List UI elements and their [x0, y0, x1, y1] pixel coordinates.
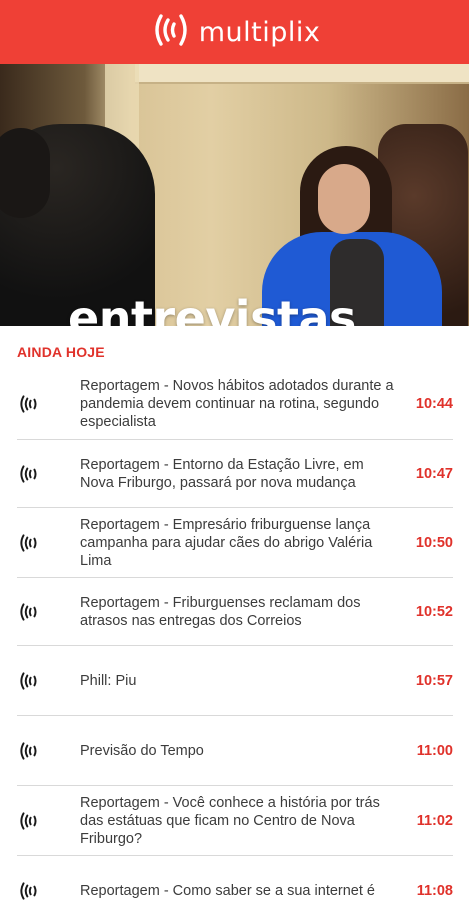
schedule-item-time: 10:44	[415, 395, 453, 412]
schedule-row[interactable]: Reportagem - Como saber se a sua interne…	[17, 856, 453, 900]
section-title: AINDA HOJE	[17, 344, 105, 360]
schedule-item-time: 11:00	[416, 742, 453, 759]
sound-wave-icon	[17, 464, 80, 484]
schedule-row[interactable]: Reportagem - Entorno da Estação Livre, e…	[17, 440, 453, 508]
hero-interviewer-head	[0, 128, 50, 218]
hero-interviewee-face	[318, 164, 370, 234]
sound-wave-logo-icon	[149, 12, 193, 53]
schedule-item-title: Reportagem - Você conhece a história por…	[80, 794, 380, 847]
schedule-item-title: Reportagem - Empresário friburguense lan…	[80, 516, 373, 569]
app-screen: multiplix entrevistas AINDA HOJE Reporta…	[0, 0, 469, 900]
top-app-bar: multiplix	[0, 0, 469, 64]
brand-name: multiplix	[198, 16, 321, 48]
sound-wave-icon	[17, 741, 80, 761]
sound-wave-icon	[17, 533, 80, 553]
schedule-item-time: 10:50	[415, 534, 453, 551]
schedule-item-title: Previsão do Tempo	[80, 742, 204, 759]
schedule-item-title: Phill: Piu	[80, 672, 137, 689]
hero-banner[interactable]: entrevistas	[0, 64, 469, 326]
sound-wave-icon	[17, 394, 80, 414]
schedule-row[interactable]: Reportagem - Empresário friburguense lan…	[17, 508, 453, 578]
schedule-item-title: Reportagem - Entorno da Estação Livre, e…	[80, 456, 364, 491]
schedule-item-time: 11:02	[416, 812, 453, 829]
schedule-row[interactable]: Reportagem - Friburguenses reclamam dos …	[17, 578, 453, 646]
sound-wave-icon	[17, 671, 80, 691]
schedule-item-time: 10:57	[415, 672, 453, 689]
sound-wave-icon	[17, 602, 80, 622]
hero-background-cornice	[135, 64, 469, 84]
schedule-row[interactable]: Reportagem - Novos hábitos adotados dura…	[17, 368, 453, 440]
schedule-item-title: Reportagem - Novos hábitos adotados dura…	[80, 377, 394, 430]
schedule-item-time: 10:52	[415, 603, 453, 620]
schedule-item-time: 10:47	[415, 465, 453, 482]
schedule-list: Reportagem - Novos hábitos adotados dura…	[17, 368, 453, 900]
sound-wave-icon	[17, 811, 80, 831]
sound-wave-icon	[17, 881, 80, 900]
schedule-item-title: Reportagem - Como saber se a sua interne…	[80, 882, 375, 899]
schedule-row[interactable]: Phill: Piu 10:57	[17, 646, 453, 716]
schedule-item-title: Reportagem - Friburguenses reclamam dos …	[80, 594, 361, 629]
brand-logo[interactable]: multiplix	[149, 12, 321, 53]
schedule-row[interactable]: Reportagem - Você conhece a história por…	[17, 786, 453, 856]
schedule-row[interactable]: Previsão do Tempo 11:00	[17, 716, 453, 786]
schedule-item-time: 11:08	[416, 882, 453, 899]
hero-title: entrevistas	[68, 291, 356, 326]
